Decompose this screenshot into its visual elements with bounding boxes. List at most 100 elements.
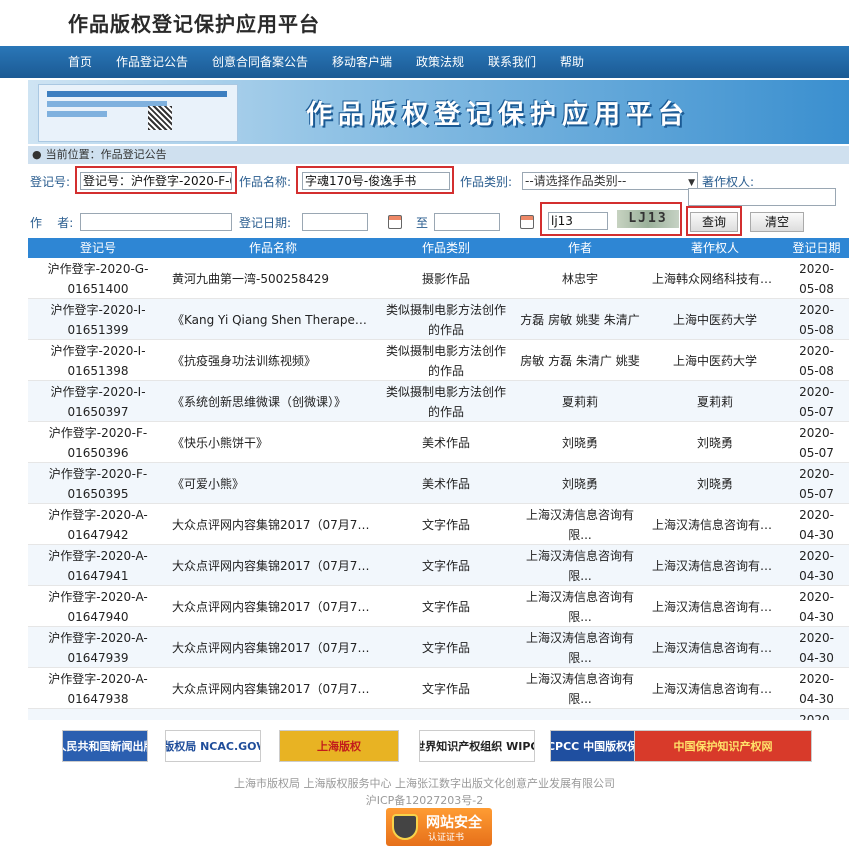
badge-subtitle: 认证证书 [428, 833, 465, 843]
col-work-name: 作品名称 [248, 241, 297, 255]
cell-reg-no: 沪作登字-2020-A- [28, 709, 168, 720]
cell-reg-no: 沪作登字-2020-A-01647940 [28, 586, 168, 627]
cell-work-name[interactable] [168, 709, 378, 720]
author-input[interactable] [80, 213, 232, 231]
cell-category: 文字作品 [378, 627, 514, 668]
date-from-input[interactable] [302, 213, 368, 231]
highlight-work-name [296, 166, 454, 194]
table-row[interactable]: 沪作登字-2020-A-01647940 大众点评网内容集锦2017（07月779… [28, 586, 849, 627]
cell-category: 文字作品 [378, 545, 514, 586]
partner-logo[interactable]: 中华人民共和国新闻出版总署 [62, 730, 148, 762]
cell-work-name[interactable]: 《Kang Yi Qiang Shen Therapeutic ... [168, 299, 378, 340]
cell-owner: 上海汉涛信息咨询有限... [646, 545, 784, 586]
footer-icp[interactable]: 沪ICP备12027203号-2 [0, 792, 849, 808]
nav-mobile-client[interactable]: 移动客户端 [332, 46, 392, 78]
cell-work-name[interactable]: 《抗疫强身功法训练视频》 [168, 340, 378, 381]
cell-author-text: 林忠宇 [561, 271, 598, 286]
cell-category [378, 709, 514, 720]
table-row[interactable]: 沪作登字-2020-A-01647938 大众点评网内容集锦2017（07月780… [28, 668, 849, 709]
category-label: 作品类别: [460, 175, 513, 189]
col-reg-no: 登记号 [79, 241, 116, 255]
category-select[interactable]: --请选择作品类别-- ▼ [522, 172, 698, 190]
breadcrumb-label: 当前位置： [45, 148, 101, 161]
cell-author: 方磊 房敏 姚斐 朱清广 [514, 299, 646, 340]
partner-logo[interactable]: 国家版权局 NCAC.GOV.CN [165, 730, 261, 762]
cell-author-text: 夏莉莉 [561, 394, 598, 409]
table-header: 登记号 作品名称 作品类别 作者 著作权人 登记日期 [28, 238, 849, 258]
table-row[interactable]: 沪作登字-2020-F-01650396 《快乐小熊饼干》 美术作品 刘晓勇 刘晓勇 20… [28, 422, 849, 463]
banner-title: 作品版权登记保护应用平台 [306, 100, 691, 130]
cell-owner-text: 上海汉涛信息咨询有限... [652, 517, 778, 532]
cell-reg-no: 沪作登字-2020-F-01650395 [28, 463, 168, 504]
nav-policy[interactable]: 政策法规 [416, 46, 464, 78]
cell-owner: 上海汉涛信息咨询有限... [646, 668, 784, 709]
calendar-to-icon[interactable] [520, 215, 534, 229]
table-row[interactable]: 沪作登字-2020-G-01651400 黄河九曲第一湾-500258429 摄影作… [28, 258, 849, 299]
footer-orgs: 上海市版权局 上海版权服务中心 上海张江数字出版文化创意产业发展有限公司 [234, 777, 615, 790]
table-row[interactable]: 沪作登字-2020-A-01647939 大众点评网内容集锦2017（07月780… [28, 627, 849, 668]
table-row[interactable]: 沪作登字-2020-I-01651398 《抗疫强身功法训练视频》 类似摄制电影方法… [28, 340, 849, 381]
cell-date-text: 2020-04-30 [799, 630, 834, 665]
partner-logo[interactable]: 世界知识产权组织 WIPO [419, 730, 535, 762]
table-row[interactable]: 沪作登字-2020-F-01650395 《可爱小熊》 美术作品 刘晓勇 刘晓勇 2020… [28, 463, 849, 504]
date-to-input[interactable] [434, 213, 500, 231]
cell-work-name[interactable]: 大众点评网内容集锦2017（07月780... [168, 627, 378, 668]
nav-registration-notice[interactable]: 作品登记公告 [116, 46, 188, 78]
cell-date-text: 2020-05-08 [799, 261, 834, 296]
cell-work-name-text: 大众点评网内容集锦2017（07月779... [172, 558, 374, 573]
result-table-body: 沪作登字-2020-G-01651400 黄河九曲第一湾-500258429 摄影作… [28, 258, 849, 720]
table-row[interactable]: 沪作登字-2020-A-01647941 大众点评网内容集锦2017（07月779… [28, 545, 849, 586]
cell-reg-no-text: 沪作登字-2020-A-01647941 [48, 548, 148, 583]
table-row[interactable]: 沪作登字-2020-I-01650397 《系统创新思维微课（创微课）》 类似摄制电… [28, 381, 849, 422]
cell-owner-text: 上海韩众网络科技有限... [652, 271, 778, 286]
cell-work-name[interactable]: 《快乐小熊饼干》 [168, 422, 378, 463]
owner-input[interactable] [688, 188, 836, 206]
cell-date-text: 2020-04- [799, 712, 834, 721]
col-category: 作品类别 [421, 241, 470, 255]
nav-help[interactable]: 帮助 [560, 46, 584, 78]
cell-date-text: 2020-05-07 [799, 466, 834, 501]
calendar-from-icon[interactable] [388, 215, 402, 229]
cell-work-name[interactable]: 大众点评网内容集锦2017（07月777... [168, 504, 378, 545]
cell-work-name[interactable]: 大众点评网内容集锦2017（07月779... [168, 545, 378, 586]
cell-work-name[interactable]: 《系统创新思维微课（创微课）》 [168, 381, 378, 422]
highlight-reg-no [75, 166, 237, 194]
cell-date-text: 2020-04-30 [799, 671, 834, 706]
table-row[interactable]: 沪作登字-2020-A-01647942 大众点评网内容集锦2017（07月777… [28, 504, 849, 545]
work-name-label: 作品名称: [239, 175, 292, 189]
cell-owner-text: 上海汉涛信息咨询有限... [652, 640, 778, 655]
cell-work-name[interactable]: 黄河九曲第一湾-500258429 [168, 258, 378, 299]
captcha-image[interactable]: LJ13 [617, 210, 679, 228]
cell-author: 上海汉涛信息咨询有限... [514, 504, 646, 545]
cell-work-name[interactable]: 《可爱小熊》 [168, 463, 378, 504]
cell-category: 类似摄制电影方法创作的作品 [378, 340, 514, 381]
table-row[interactable]: 沪作登字-2020-A- 2020-04- [28, 709, 849, 720]
cell-owner-text: 上海中医药大学 [672, 353, 757, 368]
cell-date: 2020-04-30 [784, 504, 849, 545]
cell-work-name[interactable]: 大众点评网内容集锦2017（07月779... [168, 586, 378, 627]
table-row[interactable]: 沪作登字-2020-I-01651399 《Kang Yi Qiang Shen … [28, 299, 849, 340]
cell-author: 林忠宇 [514, 258, 646, 299]
main-nav: 首页 作品登记公告 创意合同备案公告 移动客户端 政策法规 联系我们 帮助 [0, 46, 849, 78]
nav-home[interactable]: 首页 [68, 46, 92, 78]
shield-icon [392, 814, 418, 840]
nav-contract-notice[interactable]: 创意合同备案公告 [212, 46, 308, 78]
cell-category-text: 文字作品 [421, 640, 470, 655]
cell-category-text: 类似摄制电影方法创作的作品 [385, 343, 506, 378]
cell-date: 2020-05-07 [784, 422, 849, 463]
security-badge[interactable]: 网站安全 认证证书 [386, 808, 492, 846]
cell-reg-no: 沪作登字-2020-I-01651399 [28, 299, 168, 340]
col-author: 作者 [567, 241, 592, 255]
cell-author-text: 房敏 方磊 朱清广 姚斐 [520, 353, 640, 368]
cell-category-text: 文字作品 [421, 681, 470, 696]
cell-work-name[interactable]: 大众点评网内容集锦2017（07月780... [168, 668, 378, 709]
cell-reg-no: 沪作登字-2020-A-01647941 [28, 545, 168, 586]
cell-date: 2020-04-30 [784, 586, 849, 627]
partner-logo[interactable]: 中国保护知识产权网 [634, 730, 812, 762]
clear-button[interactable]: 清空 [750, 212, 804, 232]
cell-author [514, 709, 646, 720]
cell-reg-no-text: 沪作登字-2020-A-01647939 [48, 630, 148, 665]
cell-work-name-text: 《可爱小熊》 [172, 476, 245, 491]
partner-logo[interactable]: 上海版权 [279, 730, 399, 762]
nav-contact[interactable]: 联系我们 [488, 46, 536, 78]
